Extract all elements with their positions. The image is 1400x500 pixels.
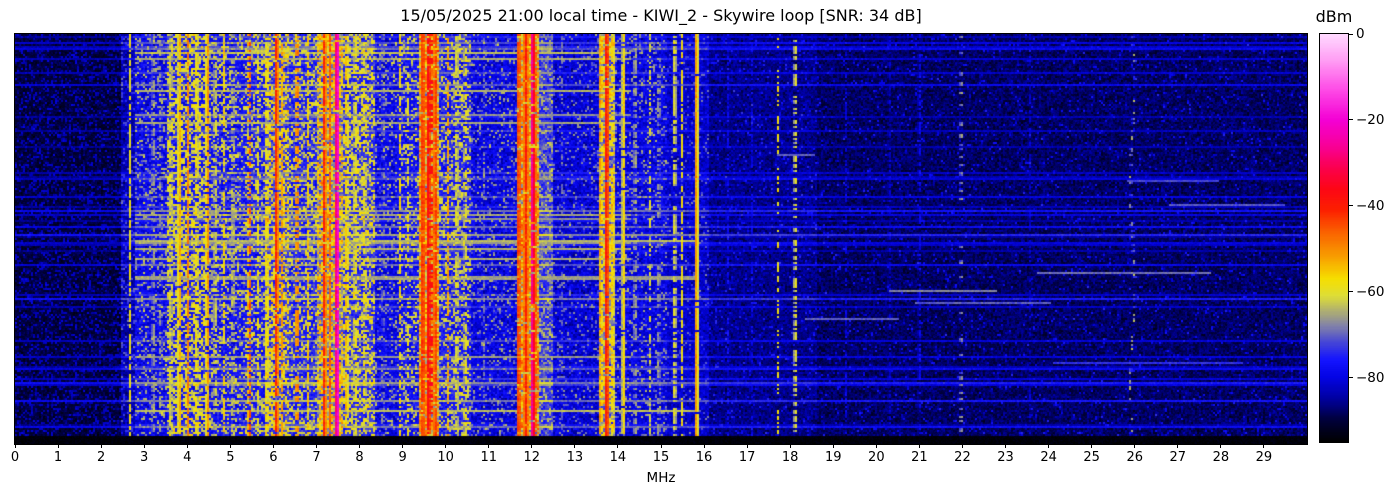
x-tick-label: 0 — [10, 450, 20, 465]
x-tick-label: 20 — [868, 450, 885, 465]
x-tick-label: 29 — [1255, 450, 1273, 465]
x-tick-label: 26 — [1126, 450, 1143, 465]
x-tick-label: 9 — [398, 450, 407, 465]
x-tick-mark — [789, 444, 791, 448]
x-tick-mark — [1177, 444, 1179, 448]
x-tick-mark — [14, 444, 16, 448]
x-tick-label: 28 — [1212, 450, 1230, 465]
x-tick-label: 10 — [437, 450, 454, 465]
x-tick-mark — [100, 444, 102, 448]
x-tick-mark — [832, 444, 834, 448]
x-tick-mark — [57, 444, 59, 448]
x-tick-mark — [918, 444, 920, 448]
x-tick-mark — [660, 444, 662, 448]
x-tick-label: 18 — [781, 450, 799, 465]
colorbar-tick-label: −20 — [1356, 111, 1385, 128]
colorbar-gradient — [1320, 34, 1348, 442]
x-tick-mark — [574, 444, 576, 448]
x-tick-mark — [1263, 444, 1265, 448]
x-tick-mark — [875, 444, 877, 448]
x-tick-mark — [229, 444, 231, 448]
x-tick-label: 23 — [997, 450, 1014, 465]
plot-area — [14, 33, 1308, 445]
x-tick-label: 27 — [1169, 450, 1187, 465]
x-tick-label: 21 — [911, 450, 928, 465]
x-tick-mark — [402, 444, 404, 448]
x-tick-mark — [359, 444, 361, 448]
spectrogram-figure: 15/05/2025 21:00 local time - KIWI_2 - S… — [0, 0, 1400, 500]
x-tick-label: 11 — [480, 450, 497, 465]
x-tick-label: 3 — [140, 450, 149, 465]
x-tick-label: 8 — [355, 450, 364, 465]
x-tick-label: 5 — [226, 450, 235, 465]
x-tick-mark — [186, 444, 188, 448]
x-tick-mark — [1220, 444, 1222, 448]
colorbar-tick-label: −40 — [1356, 197, 1385, 214]
x-tick-label: 17 — [738, 450, 756, 465]
x-tick-label: 6 — [269, 450, 278, 465]
x-tick-mark — [703, 444, 705, 448]
x-tick-mark — [272, 444, 274, 448]
x-tick-mark — [961, 444, 963, 448]
x-tick-mark — [1134, 444, 1136, 448]
x-tick-label: 16 — [695, 450, 713, 465]
x-tick-mark — [315, 444, 317, 448]
colorbar — [1319, 33, 1349, 443]
colorbar-tick-label: −80 — [1356, 369, 1385, 386]
spectrogram-canvas — [15, 34, 1307, 444]
x-tick-mark — [143, 444, 145, 448]
x-tick-label: 12 — [523, 450, 541, 465]
x-tick-label: 22 — [954, 450, 971, 465]
x-tick-mark — [531, 444, 533, 448]
x-tick-label: 1 — [53, 450, 63, 465]
x-tick-label: 13 — [566, 450, 584, 465]
x-tick-label: 4 — [183, 450, 192, 465]
chart-title: 15/05/2025 21:00 local time - KIWI_2 - S… — [400, 6, 922, 25]
x-tick-mark — [1091, 444, 1093, 448]
x-tick-mark — [746, 444, 748, 448]
x-tick-label: 7 — [312, 450, 321, 465]
x-tick-mark — [488, 444, 490, 448]
x-tick-label: 19 — [824, 450, 842, 465]
x-tick-label: 24 — [1040, 450, 1057, 465]
x-tick-mark — [1048, 444, 1050, 448]
x-tick-label: 2 — [96, 450, 106, 465]
x-tick-mark — [617, 444, 619, 448]
colorbar-tick-label: 0 — [1356, 26, 1365, 42]
x-tick-mark — [1005, 444, 1007, 448]
x-tick-label: 15 — [652, 450, 670, 465]
colorbar-label: dBm — [1315, 7, 1353, 26]
x-axis-label: MHz — [646, 470, 676, 486]
x-tick-mark — [445, 444, 447, 448]
colorbar-tick-label: −60 — [1356, 283, 1385, 300]
x-tick-label: 14 — [609, 450, 627, 465]
x-tick-label: 25 — [1083, 450, 1100, 465]
